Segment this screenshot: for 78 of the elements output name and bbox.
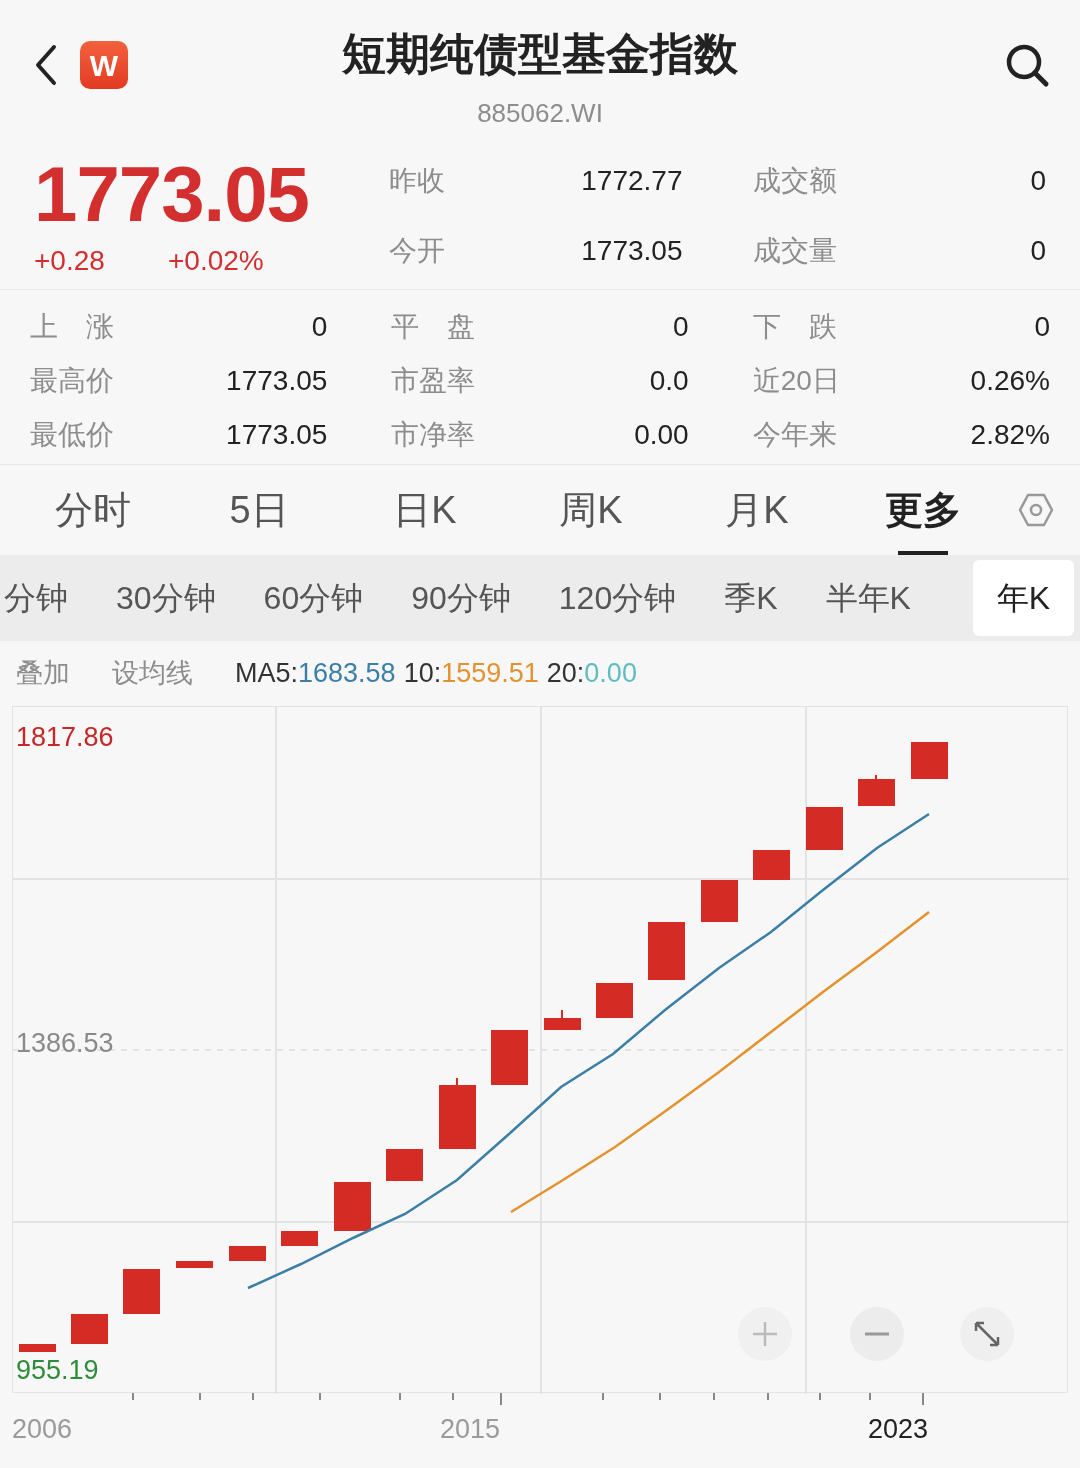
price-change: +0.28 [34,244,106,278]
stat-label: 市净率 [391,418,476,452]
candlestick [648,922,685,980]
quote-value: 0 [1030,234,1046,268]
period-tab[interactable]: 120分钟 [534,560,701,636]
candlestick [701,880,738,922]
chart-tab[interactable]: 5日 [176,465,342,555]
chart-tab[interactable]: 分时 [10,465,176,555]
quote-value: 1772.77 [581,164,683,198]
quote-value: 0 [1030,164,1046,198]
chart-tab[interactable]: 月K [674,465,840,555]
quote-label: 昨收 [389,164,445,198]
index-code: 885062.WI [477,97,603,130]
chart-tab[interactable]: 更多 [840,465,1006,555]
candlestick [806,807,843,850]
stat-value: 1773.05 [226,418,328,452]
stat-value: 0.26% [970,364,1050,398]
candlestick [386,1149,423,1181]
candlestick [281,1231,318,1246]
stat-label: 今年来 [752,418,837,452]
period-tab[interactable]: 60分钟 [239,560,388,636]
stat-label: 市盈率 [391,364,476,398]
plus-icon [752,1321,778,1347]
stat-value: 0.00 [634,418,689,452]
period-tab[interactable]: 分钟 [0,560,92,636]
stat-label: 上 涨 [30,310,114,344]
quote-label: 今开 [389,234,445,268]
stat-value: 0 [311,310,328,344]
period-tab[interactable]: 半年K [801,560,935,636]
stat-label: 近20日 [752,364,840,398]
chart-tab[interactable]: 日K [342,465,508,555]
stat-value: 2.82% [970,418,1050,452]
candlestick [911,742,948,779]
stat-value: 1773.05 [226,364,328,398]
candlestick [753,850,790,880]
stat-value: 0.0 [649,364,689,398]
candlestick [491,1030,528,1085]
candlestick [858,774,895,806]
price-axis-label: 1386.53 [16,1027,114,1060]
period-tab[interactable]: 90分钟 [387,560,535,636]
candlestick [439,1077,476,1149]
candlestick [176,1261,213,1268]
settings-icon[interactable] [1018,492,1054,528]
period-tab[interactable]: 年K [972,560,1074,636]
search-icon[interactable] [1004,42,1050,88]
period-tab[interactable]: 季K [700,560,802,636]
stat-value: 0 [673,310,689,344]
moving-average-value: 20:0.00 [546,656,637,690]
stat-value: 0 [1034,310,1050,344]
time-axis-label: 2006 [12,1413,73,1446]
price-axis-label: 1817.86 [16,721,114,754]
stat-label: 下 跌 [752,310,837,344]
quote-value: 1773.05 [581,234,683,268]
chart-tab[interactable]: 周K [508,465,674,555]
moving-average-value: 10:1559.51 [403,656,539,690]
stat-label: 最高价 [30,364,114,398]
candlestick [71,1314,108,1344]
candlestick [123,1269,160,1314]
stat-label: 最低价 [30,418,114,452]
price-change-percent: +0.02% [168,244,264,278]
quote-label: 成交量 [752,234,837,268]
candlestick [334,1182,371,1231]
minus-icon [864,1332,890,1336]
time-axis-label: 2023 [867,1413,928,1446]
quote-label: 成交额 [752,164,837,198]
candlestick [596,983,633,1018]
candlestick [544,1009,581,1030]
moving-average-value: MA5:1683.58 [235,656,396,690]
candlestick [19,1344,56,1352]
page-title: 短期纯债型基金指数 [342,28,738,80]
app-logo: W [80,41,128,89]
current-price: 1773.05 [34,152,310,236]
price-axis-label: 955.19 [16,1355,99,1385]
stat-label: 平 盘 [391,310,476,344]
expand-icon [973,1320,1001,1348]
period-tab[interactable]: 30分钟 [92,560,240,636]
candlestick [229,1246,266,1261]
time-axis-label: 2015 [439,1413,501,1446]
